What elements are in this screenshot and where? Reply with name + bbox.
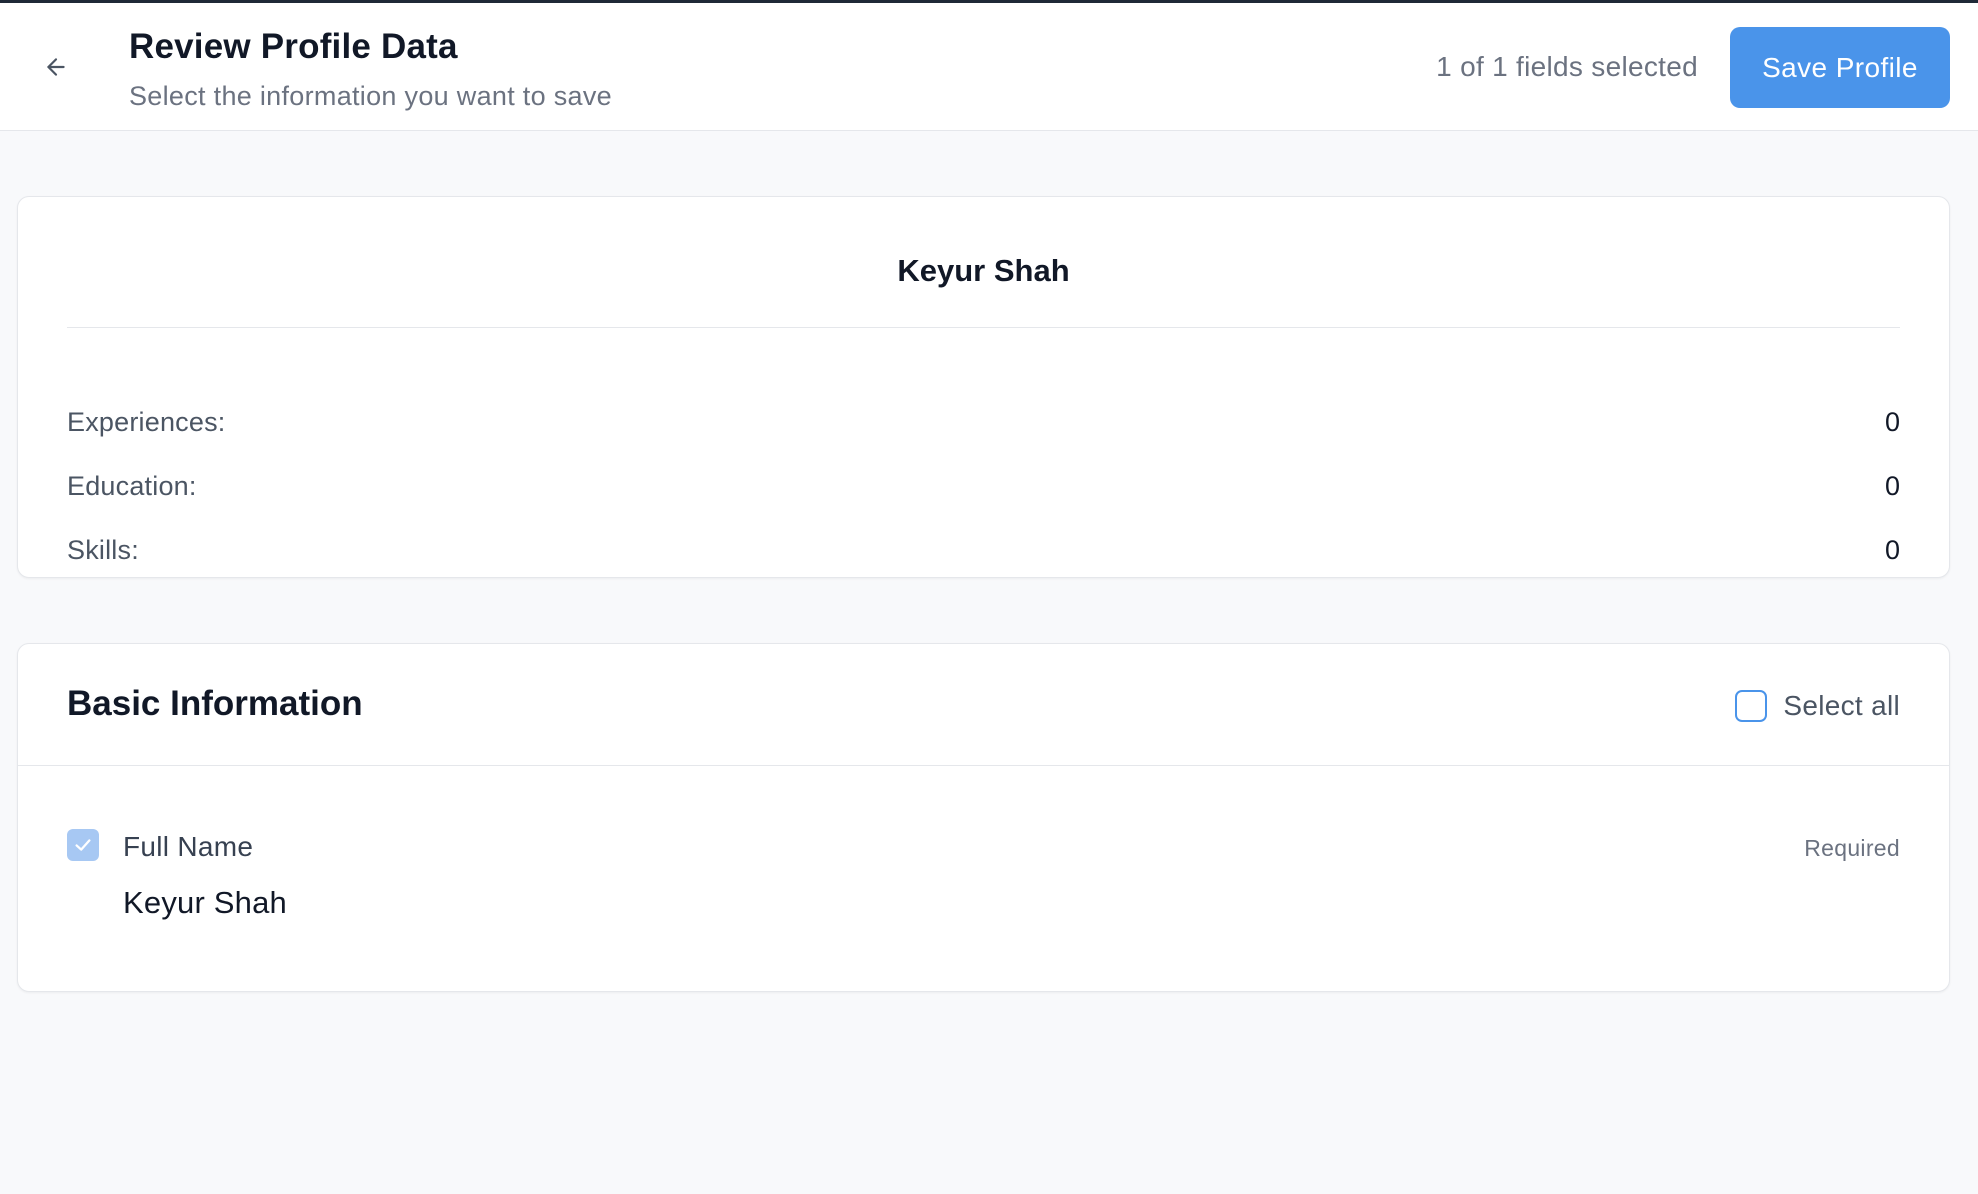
back-button[interactable]: [36, 47, 76, 87]
select-all-label: Select all: [1783, 690, 1900, 721]
profile-summary-card: Keyur Shah Experiences: 0 Education: 0 S…: [17, 196, 1950, 578]
stat-value: 0: [1884, 406, 1900, 437]
section-header: Basic Information Select all: [18, 644, 1949, 766]
page-header: Review Profile Data Select the informati…: [0, 3, 1978, 131]
full-name-checkbox[interactable]: [67, 829, 99, 861]
stat-value: 0: [1884, 470, 1900, 501]
field-value: Keyur Shah: [123, 885, 287, 920]
select-all-checkbox[interactable]: [1735, 690, 1768, 722]
stat-row-experiences: Experiences: 0: [67, 402, 1900, 442]
required-badge: Required: [1804, 835, 1900, 861]
profile-name: Keyur Shah: [897, 253, 1070, 288]
selection-count: 1 of 1 fields selected: [1436, 51, 1698, 82]
save-profile-button[interactable]: Save Profile: [1730, 27, 1950, 108]
select-all-toggle[interactable]: Select all: [1735, 688, 1900, 724]
arrow-left-icon: [47, 58, 65, 76]
page-subtitle: Select the information you want to save: [129, 81, 612, 111]
check-icon: [75, 839, 91, 851]
page-title: Review Profile Data: [129, 27, 458, 66]
field-label: Full Name: [123, 831, 254, 862]
basic-information-card: Basic Information Select all Full Name R…: [17, 643, 1950, 992]
stat-label: Skills:: [67, 534, 139, 565]
stat-row-education: Education: 0: [67, 466, 1900, 506]
summary-divider: [67, 327, 1900, 328]
stat-label: Experiences:: [67, 406, 226, 437]
field-row-full-name: Full Name Required Keyur Shah: [67, 829, 1900, 939]
stat-row-skills: Skills: 0: [67, 530, 1900, 570]
stat-value: 0: [1884, 534, 1900, 565]
stat-label: Education:: [67, 470, 197, 501]
section-title: Basic Information: [67, 684, 363, 723]
